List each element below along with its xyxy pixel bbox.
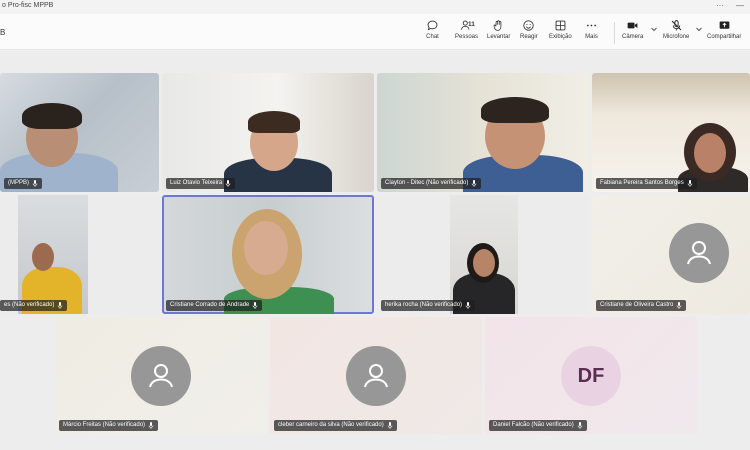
- toolbar-divider: [614, 22, 615, 44]
- emoji-icon: [523, 20, 535, 31]
- microphone-options-chevron-icon[interactable]: [695, 25, 703, 33]
- avatar-initials: DF: [561, 346, 621, 406]
- window-minimize-button[interactable]: —: [736, 1, 744, 11]
- avatar-tile[interactable]: cleber carneiro da silva (Não verificado…: [270, 317, 482, 434]
- avatar-tile[interactable]: Cristiane de Oliveira Castro: [592, 195, 750, 314]
- mic-muted-icon: [671, 20, 681, 31]
- mic-icon: [472, 180, 477, 187]
- video-tile[interactable]: es (Não verificado): [0, 195, 159, 314]
- participant-name-tag: Clayton - Ditec (Não verificado): [381, 178, 482, 189]
- window-more-button[interactable]: ···: [716, 1, 724, 11]
- react-button-label: Reagir: [520, 34, 538, 40]
- avatar-tile[interactable]: Márcio Freitas (Não verificado): [55, 317, 267, 434]
- raise-hand-button[interactable]: Levantar: [487, 19, 510, 47]
- avatar: [346, 346, 406, 406]
- chat-button[interactable]: Chat: [426, 19, 439, 47]
- microphone-button-label: Microfone: [663, 34, 690, 40]
- mic-icon: [148, 422, 154, 429]
- chat-icon: [427, 20, 438, 31]
- window-title: o Pro-fisc MPPB: [2, 2, 54, 9]
- video-tile[interactable]: Clayton - Ditec (Não verificado): [377, 73, 589, 192]
- camera-button[interactable]: Câmera: [622, 19, 643, 47]
- mic-icon: [687, 180, 693, 187]
- microphone-button[interactable]: Microfone: [663, 19, 689, 47]
- person-icon: [687, 241, 711, 265]
- video-gallery: (MPPB) Luiz Otavio Teixeira Clayton - Di…: [0, 51, 750, 450]
- camera-options-chevron-icon[interactable]: [650, 25, 658, 33]
- participant-name-tag: Cristiane de Oliveira Castro: [596, 300, 687, 311]
- mic-icon: [253, 302, 258, 309]
- participant-name-tag: Cristiane Corrado de Andrade: [166, 300, 263, 311]
- mic-icon: [225, 180, 231, 187]
- share-button[interactable]: Compartilhar: [707, 19, 741, 47]
- mic-icon: [465, 302, 471, 309]
- camera-button-label: Câmera: [622, 34, 644, 40]
- meeting-name: B: [0, 28, 6, 37]
- more-icon: [586, 24, 597, 27]
- more-button-label: Mais: [585, 34, 598, 40]
- avatar: [669, 223, 729, 283]
- mic-icon: [677, 302, 682, 309]
- video-tile[interactable]: Fabiana Pereira Santos Borges: [592, 73, 750, 192]
- participant-count-badge: 11: [468, 21, 475, 28]
- participant-name-tag: herika rocha (Não verificado): [381, 300, 476, 311]
- mic-icon: [58, 302, 63, 309]
- avatar: [131, 346, 191, 406]
- react-button[interactable]: Reagir: [520, 19, 538, 47]
- participant-name-tag: Márcio Freitas (Não verificado): [59, 420, 159, 431]
- mic-icon: [577, 422, 583, 429]
- person-icon: [149, 364, 173, 388]
- view-grid-icon: [555, 20, 566, 31]
- meeting-toolbar: B Chat Pessoas 11 Levantar Reagir Exibiç…: [0, 14, 750, 50]
- participant-name-tag: es (Não verificado): [0, 300, 68, 311]
- video-tile[interactable]: (MPPB): [0, 73, 159, 192]
- share-button-label: Compartilhar: [707, 34, 742, 40]
- raise-hand-button-label: Levantar: [487, 34, 511, 40]
- avatar-tile[interactable]: DF Daniel Falcão (Não verificado): [485, 317, 697, 434]
- view-button[interactable]: Exibição: [549, 19, 572, 47]
- video-tile-active-speaker[interactable]: Cristiane Corrado de Andrade: [162, 195, 374, 314]
- mic-icon: [387, 422, 393, 429]
- people-button-label: Pessoas: [455, 34, 479, 40]
- person-icon: [364, 364, 388, 388]
- video-tile[interactable]: Luiz Otavio Teixeira: [162, 73, 374, 192]
- camera-icon: [627, 22, 638, 29]
- more-button[interactable]: Mais: [585, 19, 598, 47]
- participant-name-tag: (MPPB): [4, 178, 42, 189]
- chat-button-label: Chat: [426, 34, 439, 40]
- view-button-label: Exibição: [549, 34, 572, 40]
- participant-name-tag: Luiz Otavio Teixeira: [166, 178, 236, 189]
- raise-hand-icon: [493, 20, 502, 31]
- participant-name-tag: Fabiana Pereira Santos Borges: [596, 178, 697, 189]
- video-tile[interactable]: herika rocha (Não verificado): [377, 195, 589, 314]
- participant-name-tag: cleber carneiro da silva (Não verificado…: [274, 420, 397, 431]
- participant-name-tag: Daniel Falcão (Não verificado): [489, 420, 587, 431]
- share-icon: [719, 21, 730, 29]
- mic-icon: [32, 180, 38, 187]
- window-title-bar: o Pro-fisc MPPB ··· —: [0, 0, 750, 14]
